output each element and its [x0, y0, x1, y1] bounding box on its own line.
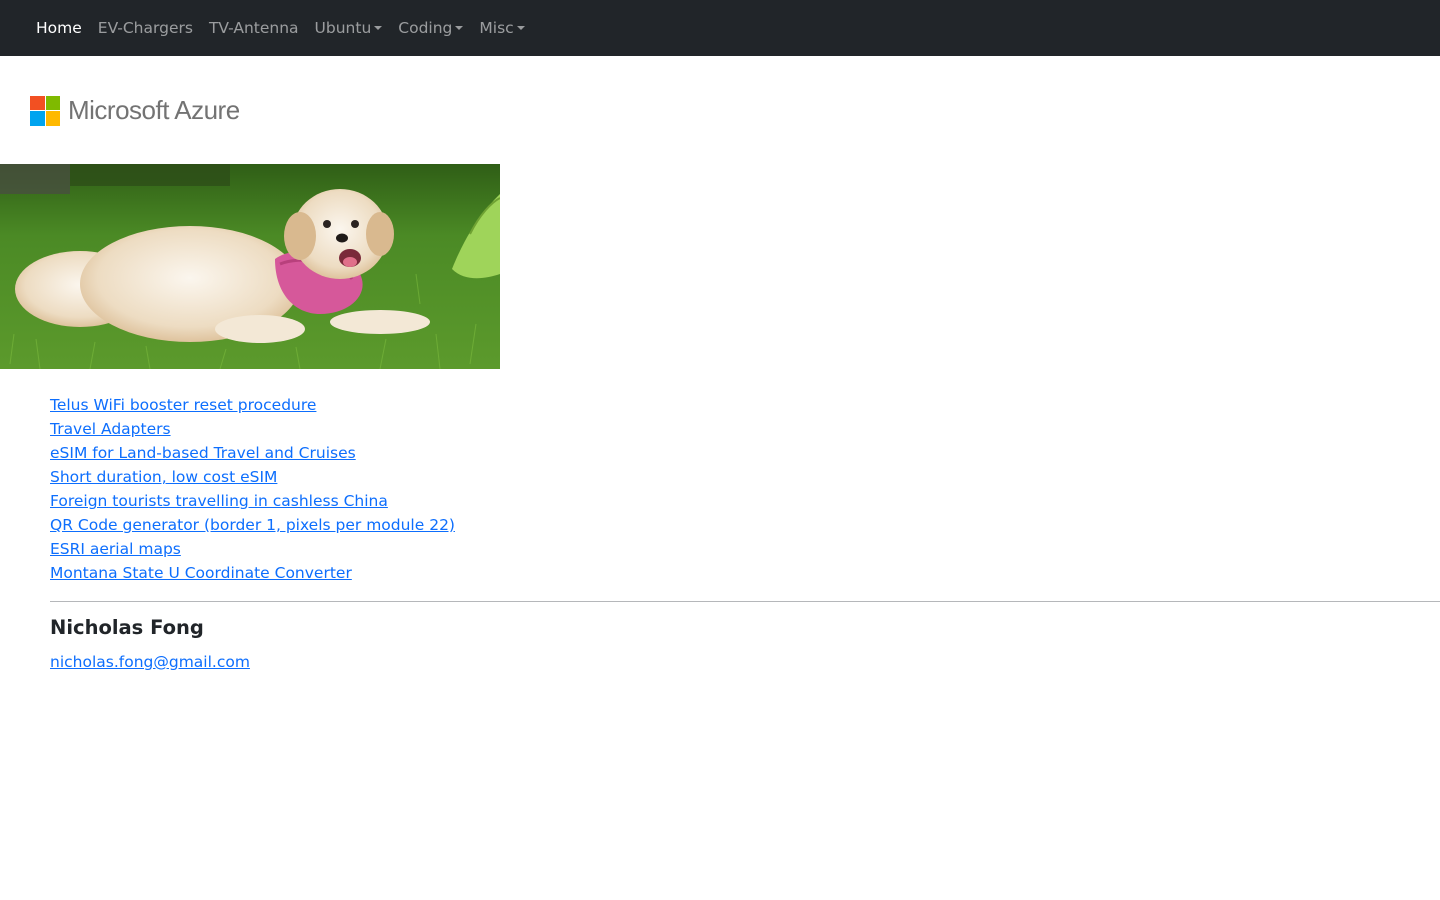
logo-square-green	[45, 95, 60, 110]
logo-square-yellow	[45, 111, 60, 126]
horizontal-divider	[50, 601, 1440, 602]
link-qr-code-generator[interactable]: QR Code generator (border 1, pixels per …	[50, 516, 455, 534]
list-item: Foreign tourists travelling in cashless …	[50, 489, 455, 513]
list-item: Telus WiFi booster reset procedure	[50, 393, 455, 417]
link-telus-wifi-booster[interactable]: Telus WiFi booster reset procedure	[50, 396, 316, 414]
link-coordinate-converter[interactable]: Montana State U Coordinate Converter	[50, 564, 352, 582]
nav-list: Home EV-Chargers TV-Antenna Ubuntu Codin…	[28, 0, 533, 56]
microsoft-azure-logo: Microsoft Azure	[30, 95, 240, 126]
logo-square-blue	[30, 111, 45, 126]
nav-item-tv-antenna[interactable]: TV-Antenna	[201, 19, 307, 37]
top-navbar: Home EV-Chargers TV-Antenna Ubuntu Codin…	[0, 0, 1440, 56]
nav-item-label: EV-Chargers	[97, 19, 193, 37]
dog-photo	[0, 164, 500, 369]
list-item: Montana State U Coordinate Converter	[50, 561, 455, 585]
nav-item-ev-chargers[interactable]: EV-Chargers	[90, 19, 201, 37]
nav-item-label: Coding	[398, 19, 453, 37]
caret-down-icon	[455, 26, 464, 30]
link-short-duration-esim[interactable]: Short duration, low cost eSIM	[50, 468, 277, 486]
link-esim-land-travel[interactable]: eSIM for Land-based Travel and Cruises	[50, 444, 356, 462]
email-link[interactable]: nicholas.fong@gmail.com	[50, 653, 250, 671]
link-travel-adapters[interactable]: Travel Adapters	[50, 420, 171, 438]
link-list: Telus WiFi booster reset procedure Trave…	[50, 393, 455, 585]
nav-dropdown-misc[interactable]: Misc	[471, 19, 532, 37]
list-item: ESRI aerial maps	[50, 537, 455, 561]
caret-down-icon	[374, 26, 383, 30]
logo-wordmark: Microsoft Azure	[68, 95, 240, 125]
list-item: Short duration, low cost eSIM	[50, 465, 455, 489]
list-item: QR Code generator (border 1, pixels per …	[50, 513, 455, 537]
author-name: Nicholas Fong	[50, 616, 204, 639]
caret-down-icon	[516, 26, 525, 30]
nav-item-home[interactable]: Home	[28, 19, 90, 37]
nav-dropdown-coding[interactable]: Coding	[390, 19, 471, 37]
list-item: Travel Adapters	[50, 417, 455, 441]
logo-square-red	[30, 95, 45, 110]
nav-dropdown-ubuntu[interactable]: Ubuntu	[307, 19, 391, 37]
nav-item-label: Ubuntu	[314, 19, 372, 37]
dog-photo-icon	[0, 164, 500, 369]
microsoft-logo-icon	[30, 95, 60, 126]
author-email: nicholas.fong@gmail.com	[50, 650, 250, 674]
link-cashless-china[interactable]: Foreign tourists travelling in cashless …	[50, 492, 388, 510]
list-item: eSIM for Land-based Travel and Cruises	[50, 441, 455, 465]
nav-item-label: TV-Antenna	[208, 19, 299, 37]
nav-item-label: Home	[36, 19, 82, 37]
nav-item-label: Misc	[479, 19, 514, 37]
link-esri-aerial-maps[interactable]: ESRI aerial maps	[50, 540, 181, 558]
